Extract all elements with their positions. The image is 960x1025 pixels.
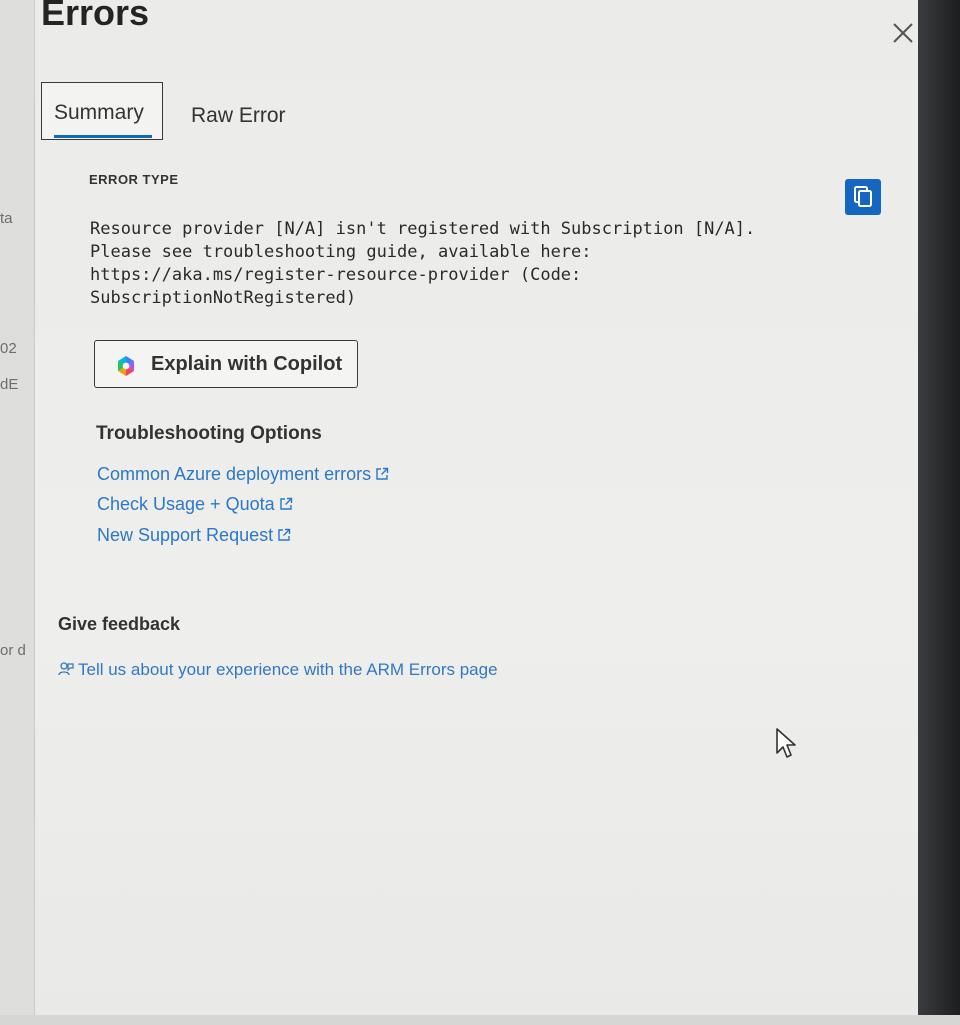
error-message-line: SubscriptionNotRegistered) (90, 288, 357, 308)
error-type-label: ERROR TYPE (89, 172, 179, 187)
link-label: Check Usage + Quota (97, 494, 275, 514)
link-label: New Support Request (97, 525, 274, 545)
tab-summary[interactable]: Summary (41, 82, 163, 140)
background-text-fragment: ta (0, 210, 13, 227)
copilot-button-label: Explain with Copilot (151, 353, 343, 375)
feedback-icon (58, 662, 74, 676)
copy-button[interactable] (845, 179, 881, 215)
screen: ta 02 dE or d Errors Summary Raw Error E… (0, 0, 960, 1025)
check-usage-quota-link[interactable]: Check Usage + Quota (97, 494, 293, 515)
error-message-line: Resource provider [N/A] isn't registered… (90, 219, 756, 239)
background-page-strip: ta 02 dE or d (0, 0, 35, 1025)
close-icon (893, 23, 913, 43)
errors-panel: Errors Summary Raw Error ERROR TYPE Reso (35, 0, 918, 1025)
feedback-link[interactable]: Tell us about your experience with the A… (58, 660, 498, 680)
feedback-link-label: Tell us about your experience with the A… (78, 660, 498, 679)
tab-label: Raw Error (191, 104, 286, 127)
external-link-icon (278, 528, 291, 541)
explain-with-copilot-button[interactable]: Explain with Copilot (94, 340, 358, 388)
error-message-line: https://aka.ms/register-resource-provide… (90, 265, 582, 285)
mouse-cursor-icon (776, 728, 796, 758)
error-message: Resource provider [N/A] isn't registered… (90, 218, 850, 310)
background-text-fragment: dE (0, 376, 19, 393)
error-message-line: Please see troubleshooting guide, availa… (90, 242, 592, 262)
background-text-fragment: or d (0, 642, 26, 659)
panel-title: Errors (41, 0, 150, 33)
screen-bottom-edge (0, 1015, 960, 1025)
troubleshooting-heading: Troubleshooting Options (96, 423, 322, 444)
copy-icon (854, 186, 872, 207)
close-button[interactable] (888, 18, 918, 48)
new-support-request-link[interactable]: New Support Request (97, 525, 291, 546)
tab-label: Summary (54, 101, 144, 124)
background-text-fragment: 02 (0, 340, 17, 357)
give-feedback-heading: Give feedback (58, 614, 181, 634)
monitor-bezel (918, 0, 960, 1025)
external-link-icon (376, 467, 389, 480)
external-link-icon (279, 497, 292, 510)
active-tab-indicator (54, 135, 152, 138)
link-label: Common Azure deployment errors (97, 464, 372, 484)
common-azure-deployment-errors-link[interactable]: Common Azure deployment errors (97, 464, 389, 485)
copilot-icon (118, 356, 134, 376)
